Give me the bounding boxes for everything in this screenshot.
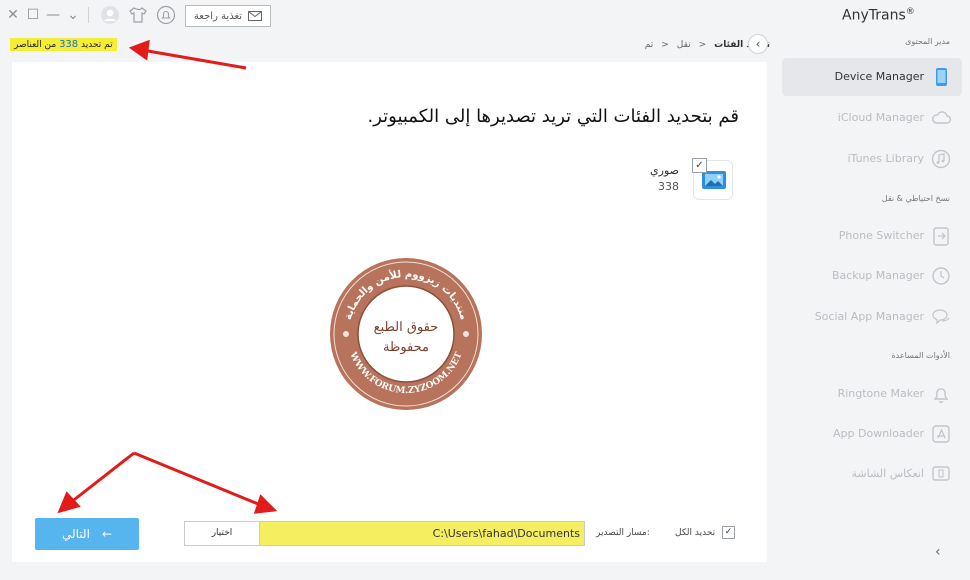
appstore-icon [930, 423, 952, 445]
section-backup-transfer: نسخ احتياطي & نقل [881, 194, 950, 203]
mirror-icon [930, 463, 952, 485]
sidebar-item-phone-switcher[interactable]: Phone Switcher [782, 217, 962, 255]
section-content-manager: مدير المحتوى [905, 37, 950, 46]
sidebar-item-icloud-manager[interactable]: iCloud Manager [782, 99, 962, 137]
sidebar-item-label: App Downloader [833, 427, 924, 440]
sidebar-item-label: iTunes Library [847, 152, 924, 165]
cloud-icon [930, 107, 952, 129]
category-checkbox[interactable]: ✓ [692, 158, 707, 173]
chevron-icon: < [698, 40, 707, 50]
shirt-icon[interactable] [128, 5, 148, 25]
sidebar-item-label: iCloud Manager [837, 111, 924, 124]
chevron-icon: < [661, 40, 669, 50]
chat-icon [930, 306, 952, 328]
account-icon[interactable] [100, 5, 120, 25]
sidebar-item-label: Ringtone Maker [837, 387, 924, 400]
collapse-sidebar-icon[interactable]: ‹ [935, 544, 941, 560]
sidebar-item-label: Phone Switcher [838, 229, 924, 242]
seal-center-line2: محفوظة [383, 340, 429, 355]
export-path-field[interactable]: C:\Users\fahad\Documents [259, 521, 585, 546]
sidebar-item-label: Device Manager [834, 70, 924, 83]
export-path-label: مسار التصدير: [596, 528, 650, 538]
sidebar-item-screen-mirror[interactable]: انعكاس الشاشة [782, 455, 962, 493]
minimize-icon[interactable]: — [44, 6, 62, 24]
chevron-down-icon[interactable]: ⌄ [64, 6, 82, 24]
sidebar-item-ringtone-maker[interactable]: Ringtone Maker [782, 375, 962, 413]
selection-status: تم تحديد 338 من العناصر [10, 38, 117, 51]
breadcrumb-item: تم [644, 40, 654, 50]
bell-icon[interactable] [156, 5, 176, 25]
select-all-label: تحديد الكل [675, 528, 716, 538]
watermark-seal: منتديات زيزووم للأمن والحماية WWW.FORUM.… [327, 255, 485, 413]
category-count: 338 [658, 180, 679, 193]
sidebar-item-label: Backup Manager [831, 269, 924, 282]
feedback-label: تغذية راجعة [193, 10, 243, 22]
next-button[interactable]: التالي ← [35, 518, 139, 550]
mail-icon [248, 11, 263, 21]
breadcrumb-item: نقل [676, 40, 691, 50]
sidebar-item-itunes-library[interactable]: iTunes Library [782, 140, 962, 178]
phone-icon [930, 66, 952, 88]
next-label: التالي [62, 527, 90, 541]
choose-folder-button[interactable]: اختيار [184, 521, 260, 546]
status-prefix: تم تحديد [81, 40, 113, 50]
music-icon [930, 148, 952, 170]
feedback-button[interactable]: تغذية راجعة [185, 5, 271, 27]
sidebar: AnyTrans® مدير المحتوى Device Manager iC… [780, 0, 970, 580]
sidebar-item-social-app-manager[interactable]: Social App Manager [782, 298, 962, 336]
breadcrumb: تحديد الفئات < نقل < تم [610, 38, 770, 52]
bell-icon [930, 383, 952, 405]
clock-icon [930, 265, 952, 287]
sidebar-item-app-downloader[interactable]: App Downloader [782, 415, 962, 453]
sidebar-item-label: انعكاس الشاشة [851, 467, 924, 480]
back-button[interactable]: ‹ [748, 34, 768, 54]
main-panel: قم بتحديد الفئات التي تريد تصديرها إلى ا… [12, 62, 767, 562]
seal-center-line1: حقوق الطبع [374, 320, 439, 335]
section-tools: الأدوات المساعدة [891, 351, 950, 360]
close-icon[interactable]: ✕ [4, 6, 22, 24]
app-brand: AnyTrans® [842, 7, 915, 24]
page-title: قم بتحديد الفئات التي تريد تصديرها إلى ا… [367, 106, 739, 127]
maximize-icon[interactable]: ☐ [24, 6, 42, 24]
sidebar-item-backup-manager[interactable]: Backup Manager [782, 257, 962, 295]
status-count: 338 [59, 39, 79, 50]
select-all-checkbox[interactable]: ✓ [722, 526, 735, 539]
sidebar-item-label: Social App Manager [814, 310, 924, 323]
sidebar-item-device-manager[interactable]: Device Manager [782, 58, 962, 96]
brand-name: AnyTrans [842, 7, 906, 24]
divider [88, 7, 89, 23]
arrow-left-icon: ← [101, 527, 112, 541]
switch-icon [930, 225, 952, 247]
title-bar: ✕ ☐ — ⌄ تغذية راجعة [0, 0, 780, 32]
status-suffix: من العناصر [14, 40, 57, 50]
brand-mark: ® [905, 7, 915, 17]
category-name: صوري [650, 164, 679, 177]
